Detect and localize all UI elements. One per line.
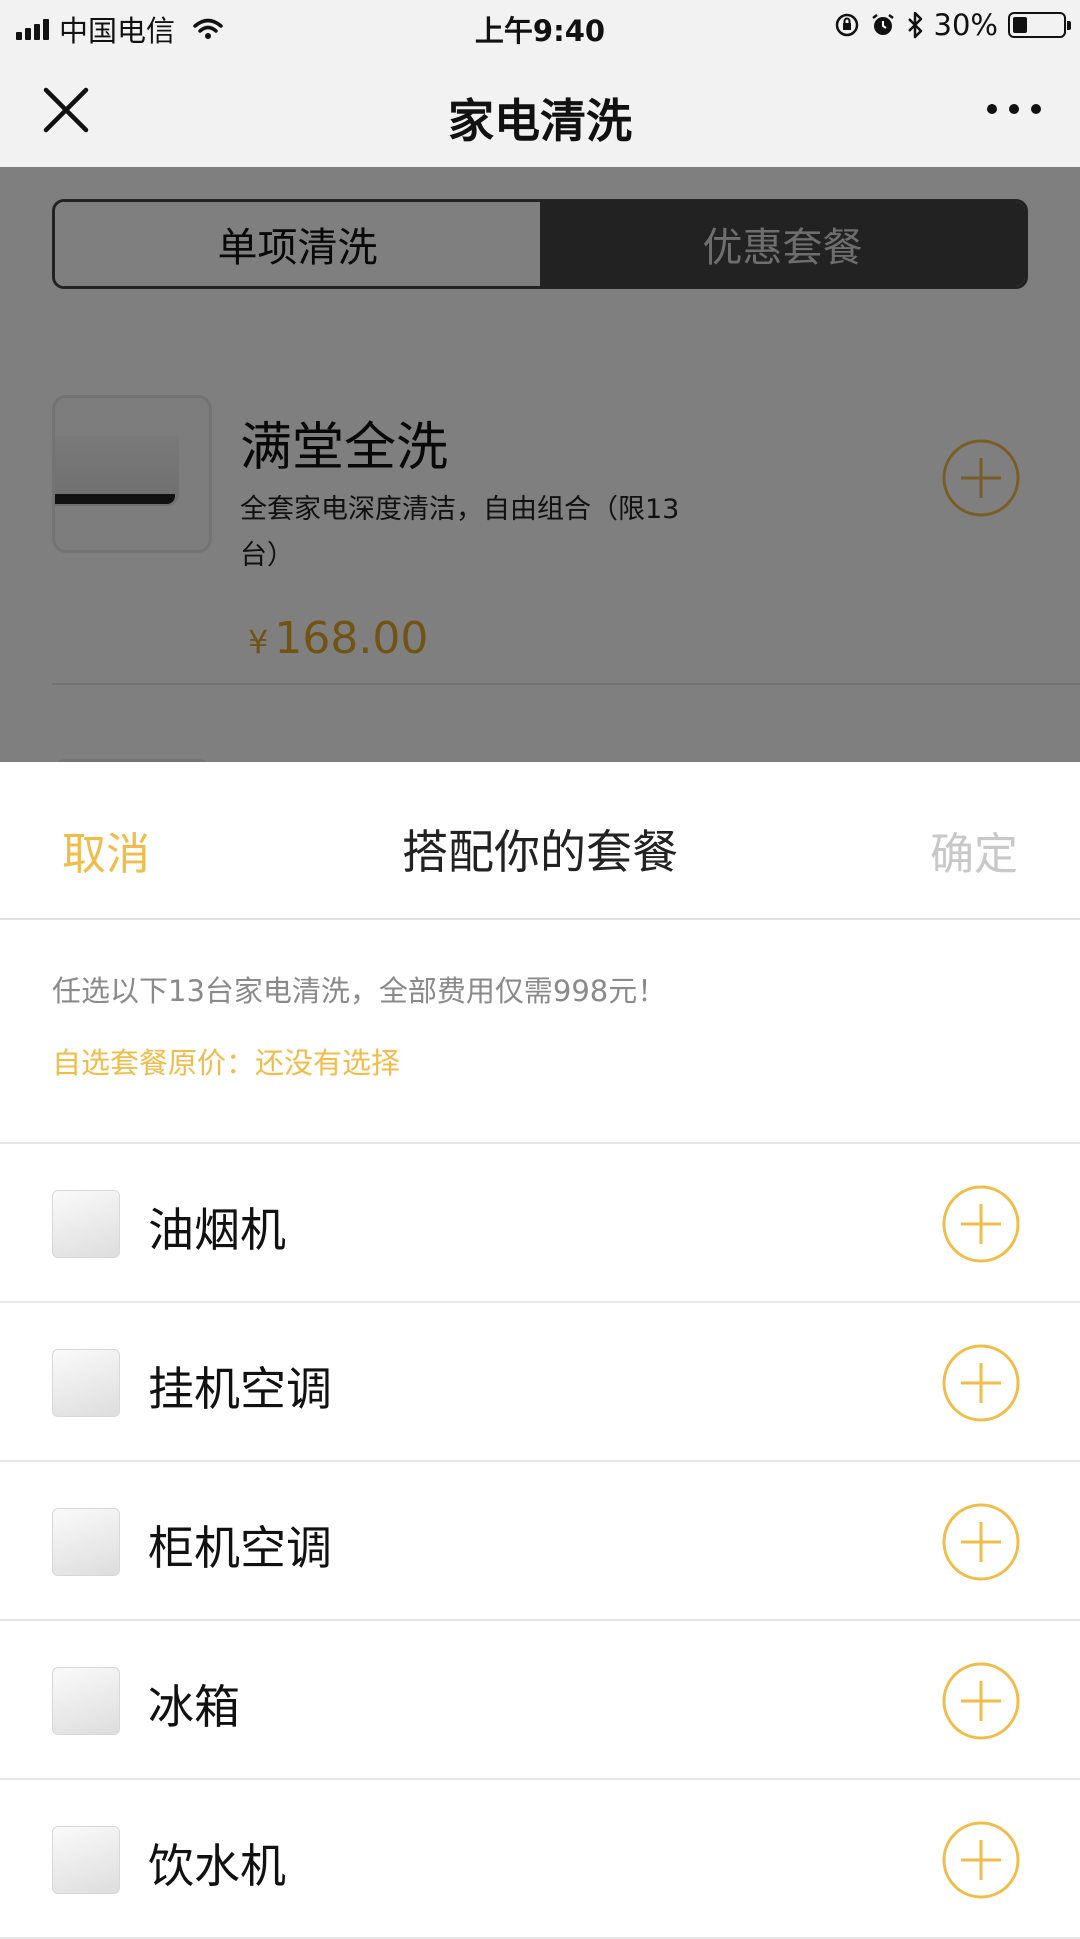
appliance-image [52, 1508, 120, 1576]
sheet-header: 取消 搭配你的套餐 确定 [0, 762, 1080, 920]
appliance-row[interactable]: 油烟机 [0, 1144, 1080, 1303]
add-circle-icon[interactable] [941, 1184, 1021, 1264]
page-title: 家电清洗 [448, 94, 632, 148]
appliance-label: 挂机空调 [148, 1362, 332, 1416]
appliance-row[interactable]: 挂机空调 [0, 1303, 1080, 1462]
appliance-label: 冰箱 [148, 1680, 240, 1734]
package-description: 任选以下13台家电清洗，全部费用仅需998元！ [52, 974, 667, 1008]
status-right: 30% [834, 8, 1071, 42]
battery-level [1013, 17, 1027, 33]
appliance-list: 油烟机挂机空调柜机空调冰箱饮水机 [0, 1144, 1080, 1939]
appliance-row[interactable]: 饮水机 [0, 1780, 1080, 1939]
appliance-row[interactable]: 冰箱 [0, 1621, 1080, 1780]
appliance-image [52, 1349, 120, 1417]
alarm-icon [871, 14, 894, 35]
battery-percent: 30% [933, 8, 998, 42]
sheet-title: 搭配你的套餐 [402, 825, 678, 879]
orientation-lock-icon [835, 13, 858, 37]
nav-bar: 家电清洗 [0, 55, 1080, 167]
package-info: 任选以下13台家电清洗，全部费用仅需998元！ 自选套餐原价：还没有选择 [0, 920, 1080, 1144]
appliance-row[interactable]: 柜机空调 [0, 1462, 1080, 1621]
appliance-label: 柜机空调 [148, 1521, 332, 1575]
modal-overlay[interactable] [0, 167, 1080, 762]
status-bar: 中国电信 上午9:40 30% [0, 0, 1080, 55]
appliance-image [52, 1190, 120, 1258]
package-sheet: 取消 搭配你的套餐 确定 任选以下13台家电清洗，全部费用仅需998元！ 自选套… [0, 762, 1080, 1939]
add-circle-icon[interactable] [941, 1502, 1021, 1582]
appliance-image [52, 1826, 120, 1894]
confirm-button[interactable]: 确定 [930, 818, 1018, 882]
appliance-image [52, 1667, 120, 1735]
bluetooth-icon [907, 11, 922, 39]
battery-icon [1008, 12, 1071, 38]
appliance-label: 饮水机 [148, 1839, 286, 1893]
add-circle-icon[interactable] [941, 1820, 1021, 1900]
add-circle-icon[interactable] [941, 1343, 1021, 1423]
add-circle-icon[interactable] [941, 1661, 1021, 1741]
original-price-text: 自选套餐原价：还没有选择 [52, 1046, 401, 1080]
more-icon[interactable] [984, 99, 1044, 119]
appliance-label: 油烟机 [148, 1203, 286, 1257]
